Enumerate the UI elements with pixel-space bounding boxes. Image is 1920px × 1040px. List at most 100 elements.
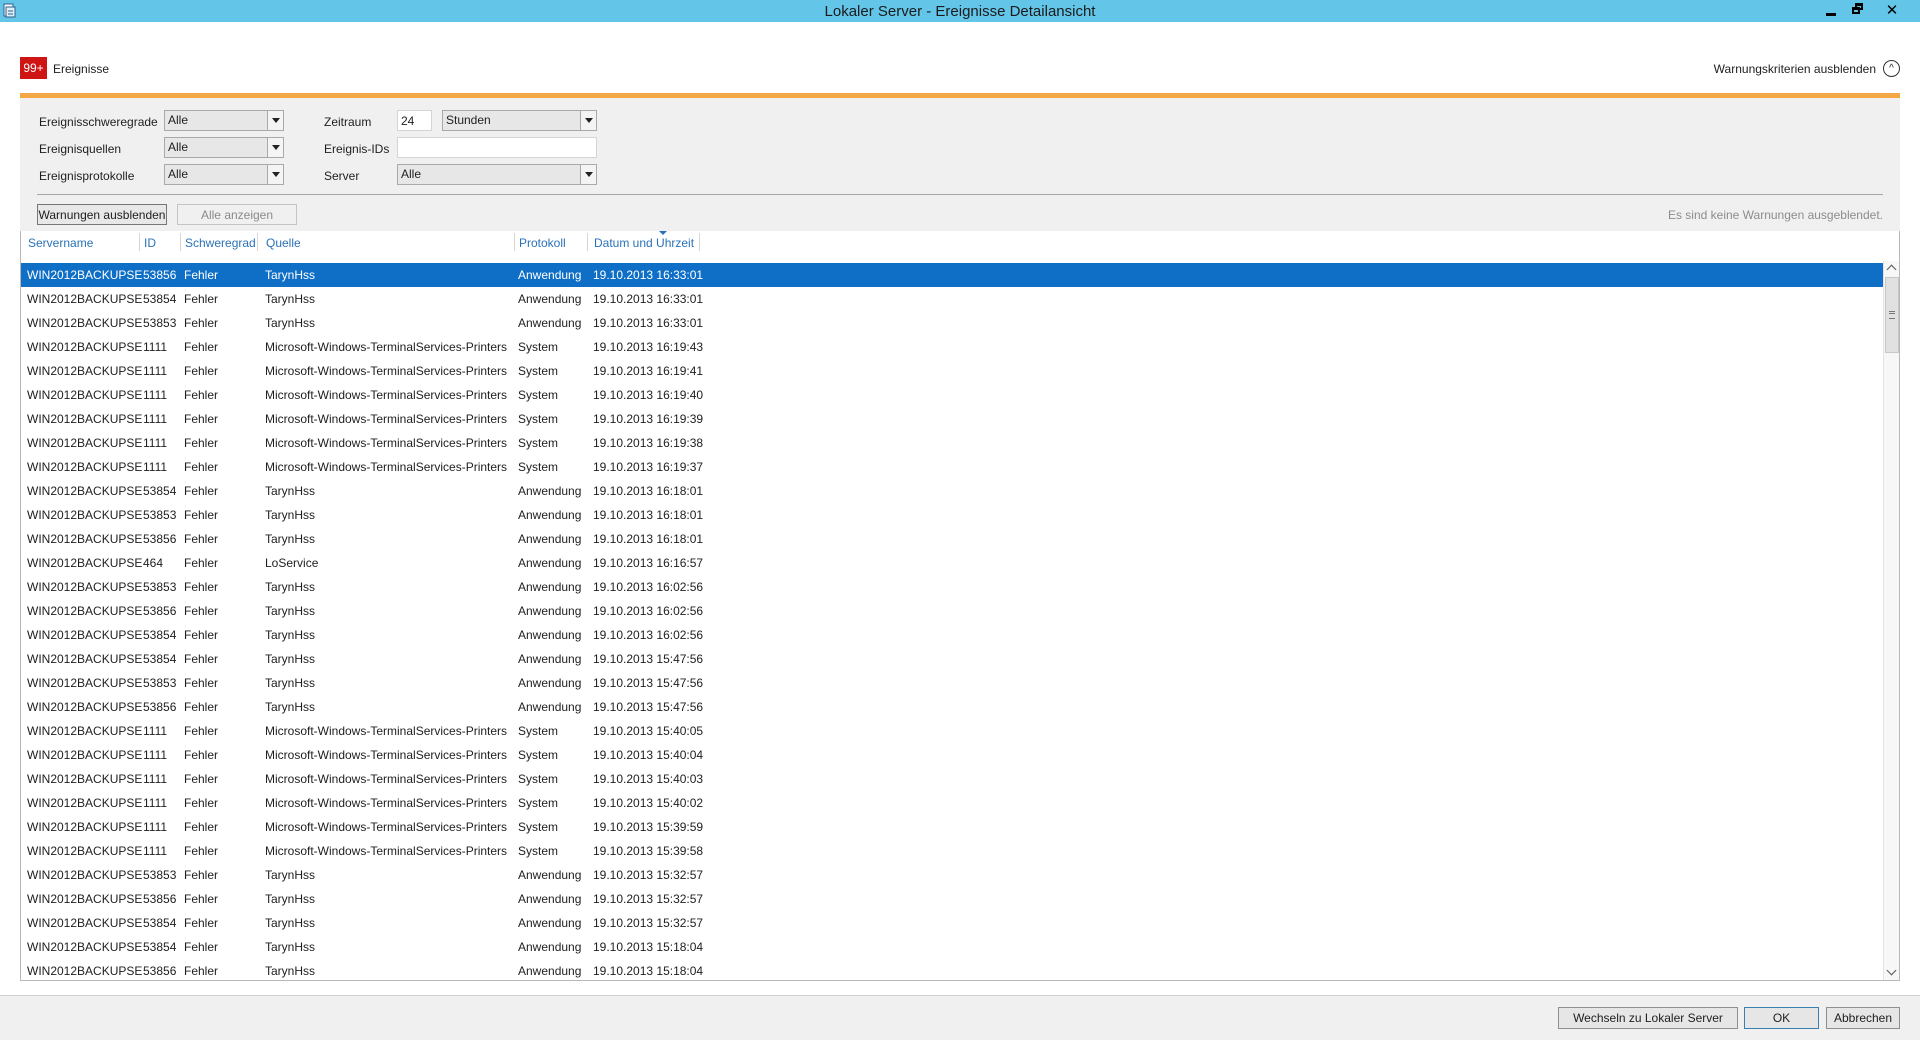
close-button[interactable]: ✕ — [1870, 0, 1914, 20]
column-header-id[interactable]: ID — [144, 236, 156, 250]
cell-datetime: 19.10.2013 15:32:57 — [593, 916, 704, 930]
table-row[interactable]: WIN2012BACKUPSE 53856 Fehler TarynHss Anwend… — [21, 527, 1883, 551]
column-separator[interactable] — [139, 233, 140, 251]
cell-severity: Fehler — [184, 940, 219, 954]
cell-servername: WIN2012BACKUPSE — [27, 580, 143, 594]
column-header-source[interactable]: Quelle — [266, 236, 301, 250]
hide-warnings-button[interactable]: Warnungen ausblenden — [37, 204, 167, 225]
table-row[interactable]: WIN2012BACKUPSE 1111 Fehler Microsoft-Windo… — [21, 407, 1883, 431]
logs-value: Alle — [168, 167, 189, 181]
table-row[interactable]: WIN2012BACKUPSE 53856 Fehler TarynHss Anwend… — [21, 959, 1883, 980]
logs-select[interactable]: Alle — [164, 164, 284, 185]
cell-datetime: 19.10.2013 16:33:01 — [593, 316, 704, 330]
severity-select[interactable]: Alle — [164, 110, 284, 131]
cell-source: TarynHss — [265, 292, 316, 306]
column-separator[interactable] — [587, 233, 588, 251]
event-ids-input[interactable] — [397, 137, 597, 158]
table-row[interactable]: WIN2012BACKUPSE 53853 Fehler TarynHss Anwend… — [21, 575, 1883, 599]
cell-id: 1111 — [143, 724, 168, 738]
table-row[interactable]: WIN2012BACKUPSE 1111 Fehler Microsoft-Windo… — [21, 839, 1883, 863]
cell-log: System — [518, 748, 559, 762]
cell-log: Anwendung — [518, 892, 582, 906]
column-header-log[interactable]: Protokoll — [519, 236, 566, 250]
section-title: Ereignisse — [53, 62, 110, 76]
table-row[interactable]: WIN2012BACKUPSE 1111 Fehler Microsoft-Windo… — [21, 383, 1883, 407]
cell-log: Anwendung — [518, 508, 582, 522]
period-unit-value: Stunden — [446, 113, 491, 127]
cell-source: TarynHss — [265, 580, 316, 594]
table-row[interactable]: WIN2012BACKUPSE 1111 Fehler Microsoft-Windo… — [21, 791, 1883, 815]
table-row[interactable]: WIN2012BACKUPSE 1111 Fehler Microsoft-Windo… — [21, 431, 1883, 455]
hide-criteria-link[interactable]: Warnungskriterien ausblenden — [1714, 62, 1876, 76]
table-row[interactable]: WIN2012BACKUPSE 1111 Fehler Microsoft-Windo… — [21, 455, 1883, 479]
vertical-scrollbar[interactable] — [1883, 261, 1899, 980]
scroll-up-icon[interactable] — [1884, 261, 1899, 277]
period-unit-select[interactable]: Stunden — [442, 110, 597, 131]
cell-id: 53854 — [143, 652, 177, 666]
scroll-down-icon[interactable] — [1884, 964, 1899, 980]
table-row[interactable]: WIN2012BACKUPSE 53854 Fehler TarynHss Anwend… — [21, 479, 1883, 503]
cell-source: TarynHss — [265, 484, 316, 498]
column-header-datetime[interactable]: Datum und Uhrzeit — [594, 236, 694, 250]
cell-servername: WIN2012BACKUPSE — [27, 412, 143, 426]
column-separator[interactable] — [180, 233, 181, 251]
table-row[interactable]: WIN2012BACKUPSE 53854 Fehler TarynHss Anwend… — [21, 647, 1883, 671]
cell-datetime: 19.10.2013 16:02:56 — [593, 604, 704, 618]
column-separator[interactable] — [257, 233, 258, 251]
events-grid: WIN2012BACKUPSE 53856 Fehler TarynHss Anwend… — [20, 253, 1900, 981]
restore-button[interactable] — [1844, 0, 1870, 20]
period-input[interactable]: 24 — [397, 110, 432, 131]
cell-servername: WIN2012BACKUPSE — [27, 388, 143, 402]
table-row[interactable]: WIN2012BACKUPSE 53854 Fehler TarynHss Anwend… — [21, 287, 1883, 311]
scroll-thumb[interactable] — [1885, 277, 1899, 353]
table-row[interactable]: WIN2012BACKUPSE 1111 Fehler Microsoft-Windo… — [21, 359, 1883, 383]
ok-button[interactable]: OK — [1744, 1007, 1819, 1029]
cell-source: TarynHss — [265, 628, 316, 642]
switch-to-local-server-button[interactable]: Wechseln zu Lokaler Server — [1558, 1007, 1738, 1029]
cell-source: TarynHss — [265, 604, 316, 618]
cell-log: System — [518, 460, 559, 474]
cell-log: Anwendung — [518, 700, 582, 714]
cell-id: 1111 — [143, 844, 168, 858]
cell-log: System — [518, 820, 559, 834]
cell-severity: Fehler — [184, 292, 219, 306]
cell-source: Microsoft-Windows-TerminalServices-Print… — [265, 460, 508, 474]
table-row[interactable]: WIN2012BACKUPSE 53854 Fehler TarynHss Anwend… — [21, 935, 1883, 959]
server-select[interactable]: Alle — [397, 164, 597, 185]
table-row[interactable]: WIN2012BACKUPSE 464 Fehler LoService Anwendu… — [21, 551, 1883, 575]
table-row[interactable]: WIN2012BACKUPSE 53856 Fehler TarynHss Anwend… — [21, 263, 1883, 287]
table-row[interactable]: WIN2012BACKUPSE 1111 Fehler Microsoft-Windo… — [21, 815, 1883, 839]
show-all-button[interactable]: Alle anzeigen — [177, 204, 297, 225]
table-row[interactable]: WIN2012BACKUPSE 53856 Fehler TarynHss Anwend… — [21, 887, 1883, 911]
cell-servername: WIN2012BACKUPSE — [27, 436, 143, 450]
collapse-chevron-icon[interactable]: ^ — [1883, 60, 1900, 77]
sources-select[interactable]: Alle — [164, 137, 284, 158]
table-row[interactable]: WIN2012BACKUPSE 1111 Fehler Microsoft-Windo… — [21, 335, 1883, 359]
cell-severity: Fehler — [184, 844, 219, 858]
table-row[interactable]: WIN2012BACKUPSE 53853 Fehler TarynHss Anwend… — [21, 503, 1883, 527]
table-row[interactable]: WIN2012BACKUPSE 53856 Fehler TarynHss Anwend… — [21, 599, 1883, 623]
severity-value: Alle — [168, 113, 189, 127]
cell-log: Anwendung — [518, 652, 582, 666]
minimize-button[interactable] — [1818, 0, 1844, 20]
table-row[interactable]: WIN2012BACKUPSE 53853 Fehler TarynHss Anwend… — [21, 671, 1883, 695]
cell-source: TarynHss — [265, 316, 316, 330]
cell-severity: Fehler — [184, 316, 219, 330]
table-row[interactable]: WIN2012BACKUPSE 53856 Fehler TarynHss Anwend… — [21, 695, 1883, 719]
table-row[interactable]: WIN2012BACKUPSE 53853 Fehler TarynHss Anwend… — [21, 863, 1883, 887]
column-header-servername[interactable]: Servername — [28, 236, 93, 250]
table-row[interactable]: WIN2012BACKUPSE 53854 Fehler TarynHss Anwend… — [21, 623, 1883, 647]
column-separator[interactable] — [699, 233, 700, 251]
table-row[interactable]: WIN2012BACKUPSE 53854 Fehler TarynHss Anwend… — [21, 911, 1883, 935]
cancel-button[interactable]: Abbrechen — [1826, 1007, 1900, 1029]
cell-id: 53853 — [143, 508, 177, 522]
table-row[interactable]: WIN2012BACKUPSE 1111 Fehler Microsoft-Windo… — [21, 767, 1883, 791]
cell-datetime: 19.10.2013 15:40:03 — [593, 772, 704, 786]
table-row[interactable]: WIN2012BACKUPSE 1111 Fehler Microsoft-Windo… — [21, 743, 1883, 767]
table-row[interactable]: WIN2012BACKUPSE 1111 Fehler Microsoft-Windo… — [21, 719, 1883, 743]
column-separator[interactable] — [514, 233, 515, 251]
column-header-severity[interactable]: Schweregrad — [185, 236, 256, 250]
cell-severity: Fehler — [184, 388, 219, 402]
table-row[interactable]: WIN2012BACKUPSE 53853 Fehler TarynHss Anwend… — [21, 311, 1883, 335]
cell-log: System — [518, 436, 559, 450]
